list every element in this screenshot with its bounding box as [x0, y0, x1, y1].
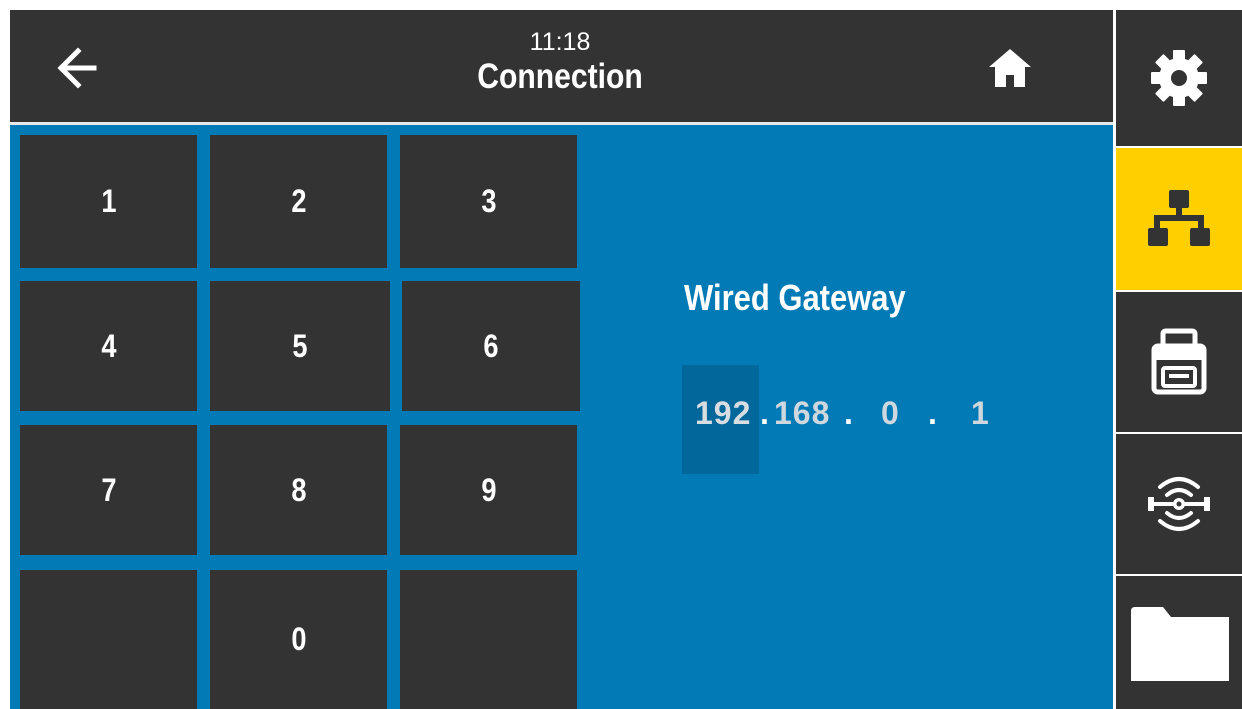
- clock-time: 11:18: [529, 28, 591, 56]
- printer-display: 11:18 Connection 1 2 3 4 5 6 7 8 9 0 Wir…: [10, 10, 1242, 709]
- sidebar-item-rfid[interactable]: [1116, 434, 1242, 574]
- keypad-key-1[interactable]: 1: [20, 135, 197, 268]
- rfid-antenna-icon: [1148, 477, 1210, 531]
- setting-title: Wired Gateway: [684, 277, 906, 318]
- header-bar: 11:18 Connection: [10, 10, 1113, 122]
- gear-icon: [1151, 50, 1207, 106]
- back-button[interactable]: [38, 34, 118, 102]
- ip-octet-1[interactable]: 192: [695, 395, 751, 432]
- ip-octet-3[interactable]: 0: [881, 395, 900, 432]
- folder-icon: [1131, 606, 1229, 681]
- home-button[interactable]: [970, 34, 1050, 102]
- ip-separator: .: [928, 395, 937, 431]
- sidebar: [1113, 10, 1242, 709]
- ip-octet-4[interactable]: 1: [971, 395, 990, 432]
- printer-icon: [1151, 328, 1207, 395]
- sidebar-item-print[interactable]: [1116, 292, 1242, 432]
- home-icon: [989, 49, 1031, 87]
- content-area: 1 2 3 4 5 6 7 8 9 0 Wired Gateway 192 . …: [10, 125, 1113, 709]
- ip-separator: .: [760, 395, 769, 431]
- sidebar-item-settings[interactable]: [1116, 10, 1242, 146]
- header-text: 11:18 Connection: [340, 28, 780, 98]
- ip-separator: .: [844, 395, 853, 431]
- ip-octet-2[interactable]: 168: [774, 395, 830, 432]
- keypad-key-0[interactable]: 0: [210, 570, 387, 709]
- sidebar-item-connection[interactable]: [1116, 148, 1242, 290]
- ip-address-field[interactable]: 192 . 168 . 0 . 1: [10, 365, 1113, 474]
- page-title: Connection: [477, 57, 643, 96]
- back-arrow-icon: [57, 47, 97, 89]
- sidebar-item-storage[interactable]: [1116, 576, 1242, 709]
- network-icon: [1148, 190, 1210, 246]
- keypad-key-3[interactable]: 3: [400, 135, 577, 268]
- keypad-key-blank-right: [400, 570, 577, 709]
- keypad-key-2[interactable]: 2: [210, 135, 387, 268]
- keypad-key-blank-left: [20, 570, 197, 709]
